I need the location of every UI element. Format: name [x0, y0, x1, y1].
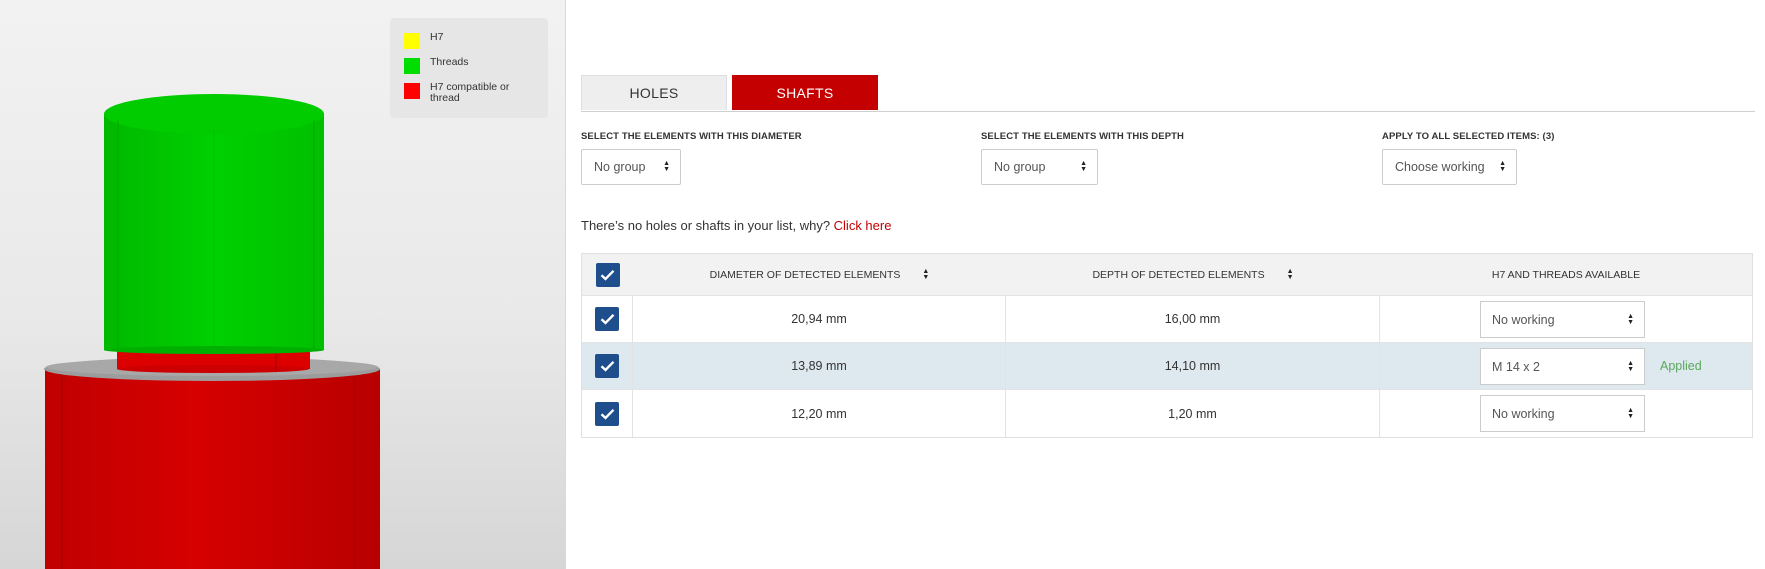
check-icon	[600, 408, 614, 420]
click-here-link[interactable]: Click here	[834, 218, 892, 233]
working-select[interactable]: No working ▲ ▼	[1480, 395, 1645, 432]
diameter-cell: 12,20 mm	[633, 390, 1006, 437]
select-value: No group	[594, 160, 646, 174]
elements-panel: HOLES SHAFTS SELECT THE ELEMENTS WITH TH…	[581, 0, 1755, 569]
row-check-cell	[582, 390, 633, 437]
working-cell: No working ▲ ▼	[1380, 390, 1752, 437]
select-arrows-icon: ▲ ▼	[1627, 359, 1634, 373]
diameter-filter: SELECT THE ELEMENTS WITH THIS DIAMETER N…	[581, 131, 802, 185]
sort-icon[interactable]: ▲ ▼	[1287, 268, 1294, 281]
notice-text: There’s no holes or shafts in your list,…	[581, 218, 834, 233]
swatch-red	[404, 83, 420, 99]
select-arrows-icon: ▲ ▼	[1627, 312, 1634, 326]
select-value: No working	[1492, 312, 1555, 327]
legend-item-h7: H7	[404, 32, 536, 49]
working-cell: M 14 x 2 ▲ ▼ Applied	[1380, 343, 1752, 389]
depth-cell: 1,20 mm	[1006, 390, 1380, 437]
row-checkbox[interactable]	[595, 307, 619, 331]
legend-label: H7 compatible or thread	[430, 81, 510, 104]
apply-working-select[interactable]: Choose working ▲ ▼	[1382, 149, 1517, 185]
select-arrows-icon: ▲ ▼	[1499, 160, 1506, 173]
top-cylinder	[104, 94, 324, 354]
depth-cell: 14,10 mm	[1006, 343, 1380, 389]
swatch-green	[404, 58, 420, 74]
legend-label: Threads	[430, 56, 469, 68]
table-row: 20,94 mm 16,00 mm No working ▲ ▼	[582, 296, 1752, 343]
depth-cell: 16,00 mm	[1006, 296, 1380, 342]
applied-status: Applied	[1660, 359, 1702, 373]
select-value: Choose working	[1395, 160, 1485, 174]
diameter-filter-label: SELECT THE ELEMENTS WITH THIS DIAMETER	[581, 131, 802, 142]
diameter-cell: 13,89 mm	[633, 343, 1006, 389]
table-row: 12,20 mm 1,20 mm No working ▲ ▼	[582, 390, 1752, 437]
legend-label: H7	[430, 31, 444, 43]
legend-item-threads: Threads	[404, 57, 536, 74]
select-all-checkbox[interactable]	[595, 262, 620, 287]
row-checkbox[interactable]	[595, 354, 619, 378]
elements-table: DIAMETER OF DETECTED ELEMENTS ▲ ▼ DEPTH O…	[581, 253, 1753, 438]
color-legend: H7 Threads H7 compatible or thread	[390, 18, 548, 118]
select-value: No working	[1492, 406, 1555, 421]
empty-list-notice: There’s no holes or shafts in your list,…	[581, 218, 891, 233]
select-arrows-icon: ▲ ▼	[1080, 160, 1087, 173]
select-value: M 14 x 2	[1492, 359, 1540, 374]
header-diameter-label: DIAMETER OF DETECTED ELEMENTS	[709, 268, 901, 281]
base-cylinder	[44, 357, 380, 569]
working-select[interactable]: M 14 x 2 ▲ ▼	[1480, 348, 1645, 385]
select-arrows-icon: ▲ ▼	[1627, 406, 1634, 420]
tab-holes[interactable]: HOLES	[581, 75, 727, 110]
select-value: No group	[994, 160, 1046, 174]
depth-filter-label: SELECT THE ELEMENTS WITH THIS DEPTH	[981, 131, 1185, 142]
header-working-label: H7 AND THREADS AVAILABLE	[1491, 268, 1641, 281]
header-depth-label: DEPTH OF DETECTED ELEMENTS	[1092, 268, 1265, 281]
table-header: DIAMETER OF DETECTED ELEMENTS ▲ ▼ DEPTH O…	[582, 254, 1752, 296]
apply-filter: APPLY TO ALL SELECTED ITEMS: (3) Choose …	[1382, 131, 1555, 185]
header-check-cell	[582, 254, 633, 295]
apply-filter-label: APPLY TO ALL SELECTED ITEMS: (3)	[1382, 131, 1555, 142]
header-working: H7 AND THREADS AVAILABLE	[1380, 254, 1752, 295]
header-diameter[interactable]: DIAMETER OF DETECTED ELEMENTS ▲ ▼	[633, 254, 1006, 295]
check-icon	[600, 269, 615, 281]
depth-group-select[interactable]: No group ▲ ▼	[981, 149, 1098, 185]
tab-shafts[interactable]: SHAFTS	[732, 75, 878, 110]
depth-filter: SELECT THE ELEMENTS WITH THIS DEPTH No g…	[981, 131, 1185, 185]
select-arrows-icon: ▲ ▼	[663, 160, 670, 173]
header-depth[interactable]: DEPTH OF DETECTED ELEMENTS ▲ ▼	[1006, 254, 1380, 295]
sort-icon[interactable]: ▲ ▼	[922, 268, 929, 281]
row-check-cell	[582, 343, 633, 389]
swatch-yellow	[404, 33, 420, 49]
row-checkbox[interactable]	[595, 401, 619, 426]
working-select[interactable]: No working ▲ ▼	[1480, 301, 1645, 338]
table-row: 13,89 mm 14,10 mm M 14 x 2 ▲ ▼ Applied	[582, 343, 1752, 390]
diameter-group-select[interactable]: No group ▲ ▼	[581, 149, 681, 185]
legend-item-h7-compatible: H7 compatible or thread	[404, 82, 536, 104]
working-cell: No working ▲ ▼	[1380, 296, 1752, 342]
row-check-cell	[582, 296, 633, 342]
tab-bar: HOLES SHAFTS	[581, 75, 1755, 112]
check-icon	[600, 360, 614, 372]
check-icon	[600, 313, 614, 325]
3d-viewer[interactable]: H7 Threads H7 compatible or thread	[0, 0, 566, 569]
diameter-cell: 20,94 mm	[633, 296, 1006, 342]
